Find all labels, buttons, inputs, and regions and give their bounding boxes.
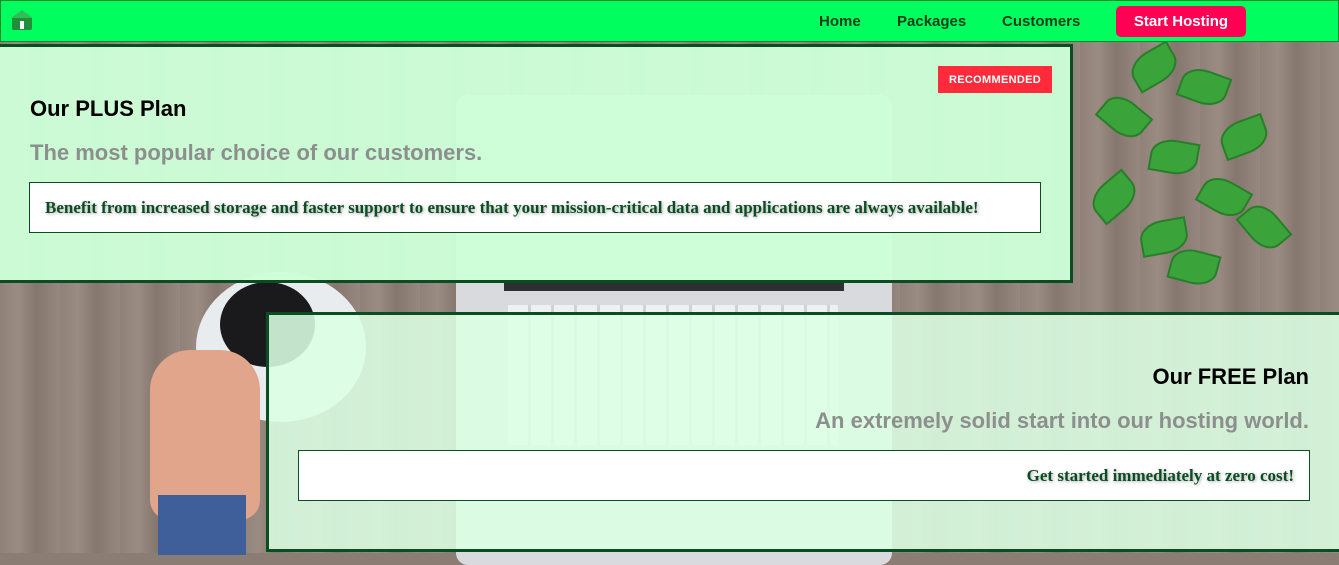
free-plan-description: Get started immediately at zero cost! [1026, 465, 1294, 485]
sleeve-image [158, 495, 246, 555]
free-plan-title: Our FREE Plan [1152, 364, 1309, 389]
start-hosting-button[interactable]: Start Hosting [1116, 6, 1246, 37]
nav-packages[interactable]: Packages [897, 13, 966, 30]
recommended-badge: RECOMMENDED [938, 66, 1052, 93]
free-plan-description-box: Get started immediately at zero cost! [298, 450, 1310, 501]
navbar: Home Packages Customers Start Hosting [0, 0, 1339, 42]
plus-plan-title: Our PLUS Plan [30, 96, 187, 121]
plant-image [1070, 40, 1293, 290]
nav-home[interactable]: Home [819, 13, 861, 30]
nav-customers[interactable]: Customers [1002, 13, 1080, 30]
plus-plan-description: Benefit from increased storage and faste… [45, 197, 979, 217]
free-plan-subtitle: An extremely solid start into our hostin… [815, 408, 1309, 433]
house-logo-icon[interactable] [10, 9, 34, 31]
plus-plan-subtitle: The most popular choice of our customers… [30, 140, 483, 165]
laptop-hinge [504, 283, 844, 291]
plus-plan-description-box: Benefit from increased storage and faste… [29, 182, 1041, 233]
